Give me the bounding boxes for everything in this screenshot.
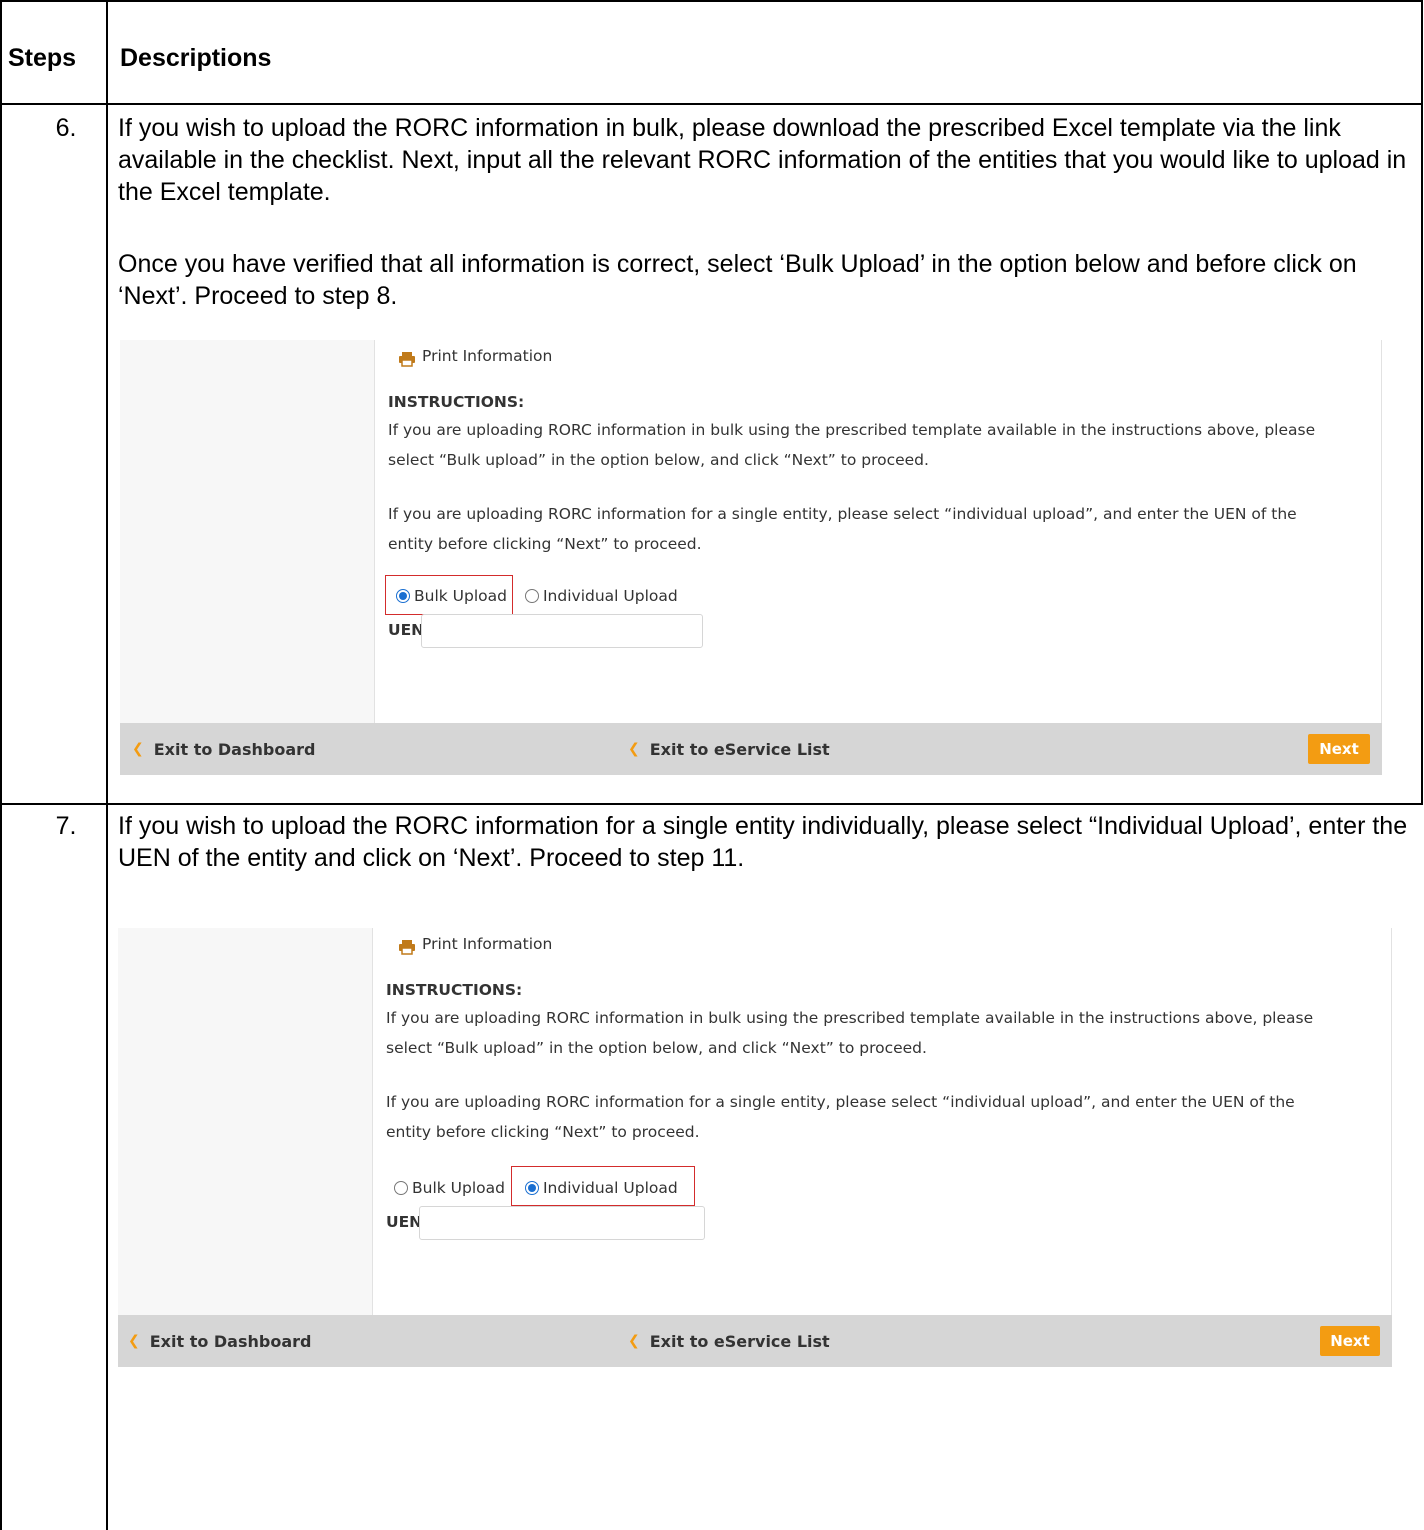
instructions-line: select “Bulk upload” in the option below… xyxy=(388,451,929,469)
table-border-left xyxy=(0,0,2,1530)
next-button[interactable]: Next xyxy=(1320,1326,1380,1356)
uen-label: UEN xyxy=(386,1213,423,1231)
chevron-left-icon: ❮ xyxy=(132,741,144,757)
content-edge xyxy=(1391,928,1392,1315)
exit-to-eservice-label: Exit to eService List xyxy=(649,739,830,759)
exit-to-dashboard-label: Exit to Dashboard xyxy=(153,739,316,759)
bulk-upload-label[interactable]: Bulk Upload xyxy=(412,1174,505,1202)
bulk-upload-radio[interactable] xyxy=(394,1181,408,1195)
step-description: Once you have verified that all informat… xyxy=(118,250,1357,310)
instructions-title: INSTRUCTIONS: xyxy=(388,393,525,411)
instructions-line: entity before clicking “Next” to proceed… xyxy=(386,1123,700,1141)
printer-icon xyxy=(398,348,416,367)
next-button[interactable]: Next xyxy=(1308,734,1370,764)
uen-input[interactable] xyxy=(421,614,703,648)
table-row-divider-6-7 xyxy=(0,803,1423,805)
step-number: 6. xyxy=(55,114,77,142)
uen-input[interactable] xyxy=(419,1206,705,1240)
ui-screenshot: Print Information INSTRUCTIONS: If you a… xyxy=(120,340,1382,780)
side-panel xyxy=(118,928,373,1315)
highlight-box xyxy=(511,1166,695,1206)
individual-upload-radio[interactable] xyxy=(524,589,539,603)
chevron-left-icon: ❮ xyxy=(128,1333,140,1349)
print-information-label: Print Information xyxy=(422,935,553,953)
highlight-box xyxy=(385,575,513,615)
table-border-right xyxy=(1421,0,1423,805)
step-number: 7. xyxy=(55,812,77,840)
chevron-left-icon: ❮ xyxy=(628,1333,640,1349)
table-border-top xyxy=(0,0,1423,2)
instructions-line: select “Bulk upload” in the option below… xyxy=(386,1039,927,1057)
step-description: If you wish to upload the RORC informati… xyxy=(118,114,1407,206)
footer-bar: ❮ Exit to Dashboard ❮ Exit to eService L… xyxy=(118,1315,1392,1367)
print-information-link[interactable]: Print Information xyxy=(398,930,552,958)
instructions-line: entity before clicking “Next” to proceed… xyxy=(388,535,702,553)
exit-to-eservice-link[interactable]: ❮ Exit to eService List xyxy=(628,1315,830,1367)
step-description: If you wish to upload the RORC informati… xyxy=(118,812,1408,872)
header-descriptions: Descriptions xyxy=(120,44,272,72)
side-panel xyxy=(120,340,375,723)
instructions-line: If you are uploading RORC information in… xyxy=(386,1009,1314,1027)
content-edge xyxy=(1381,340,1382,723)
exit-to-dashboard-label: Exit to Dashboard xyxy=(149,1331,312,1351)
individual-upload-label[interactable]: Individual Upload xyxy=(543,582,678,610)
exit-to-eservice-link[interactable]: ❮ Exit to eService List xyxy=(628,723,830,775)
instructions-title: INSTRUCTIONS: xyxy=(386,981,523,999)
ui-screenshot: Print Information INSTRUCTIONS: If you a… xyxy=(118,928,1392,1368)
instructions-line: If you are uploading RORC information fo… xyxy=(388,505,1297,523)
instructions-line: If you are uploading RORC information in… xyxy=(388,421,1316,439)
exit-to-dashboard-link[interactable]: ❮ Exit to Dashboard xyxy=(128,1315,311,1367)
uen-label: UEN xyxy=(388,621,425,639)
exit-to-dashboard-link[interactable]: ❮ Exit to Dashboard xyxy=(132,723,315,775)
header-steps: Steps xyxy=(8,44,77,72)
table-row-divider-header xyxy=(0,103,1423,105)
print-information-link[interactable]: Print Information xyxy=(398,342,552,370)
instructions-line: If you are uploading RORC information fo… xyxy=(386,1093,1295,1111)
footer-bar: ❮ Exit to Dashboard ❮ Exit to eService L… xyxy=(120,723,1382,775)
printer-icon xyxy=(398,936,416,955)
chevron-left-icon: ❮ xyxy=(628,741,640,757)
print-information-label: Print Information xyxy=(422,347,553,365)
table-border-mid xyxy=(106,0,108,1530)
exit-to-eservice-label: Exit to eService List xyxy=(649,1331,830,1351)
